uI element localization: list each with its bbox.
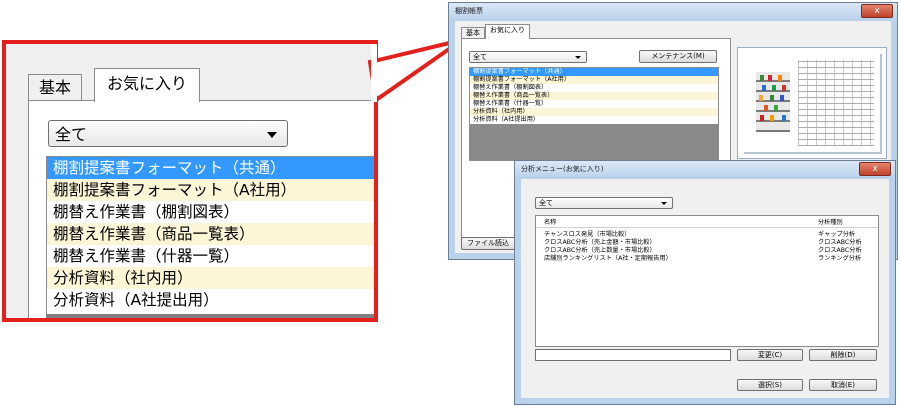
filter-dropdown[interactable]: 全て [535, 197, 673, 209]
list-item[interactable]: 分析資料（社内用） [470, 108, 718, 116]
change-button[interactable]: 変更(C) [737, 349, 803, 361]
product-table [798, 60, 874, 146]
list-item[interactable]: 棚替え作業書（什器一覧） [47, 245, 374, 267]
filter-dropdown[interactable]: 全て [469, 51, 587, 63]
cancel-button[interactable]: 取消(E) [809, 379, 877, 391]
window-title: 分析メニュー(お気に入り) [521, 165, 604, 173]
list-item[interactable]: 分析資料（A社提出用） [470, 116, 718, 124]
tab-basic[interactable]: 基本 [28, 74, 83, 101]
list-item[interactable]: 棚替え作業書（商品一覧表） [47, 223, 374, 245]
window-titlebar: 分析メニュー(お気に入り) x [515, 161, 895, 177]
filter-dropdown[interactable]: 全て [48, 120, 288, 147]
list-item[interactable]: 棚替え作業書（棚割図表） [47, 201, 374, 223]
report-preview [737, 47, 887, 159]
tab-favorites[interactable]: お気に入り [485, 24, 530, 39]
filter-value: 全て [55, 125, 88, 144]
tab-favorites[interactable]: お気に入り [94, 68, 201, 102]
list-item[interactable]: 分析資料（A社提出用） [47, 289, 374, 311]
name-input[interactable] [535, 349, 731, 361]
list-item[interactable]: 分析資料（社内用） [47, 267, 374, 289]
delete-button[interactable]: 削除(D) [809, 349, 877, 361]
window-title: 棚割帳票 [455, 7, 483, 15]
list-item[interactable]: 棚割提案書フォーマット（A社用） [470, 76, 718, 84]
chevron-down-icon [267, 132, 277, 138]
close-button[interactable]: x [861, 4, 893, 18]
table-row-type[interactable]: ランキング分析 [818, 254, 861, 263]
favorites-list[interactable]: 棚割提案書フォーマット（共通） 棚割提案書フォーマット（A社用） 棚替え作業書（… [469, 67, 719, 161]
window-client: 全て 名称 分析種別 チャンスロス発見（市場比較） ギャップ分析 クロスABC分… [521, 179, 889, 398]
table-row-name[interactable]: 店舗別ランキングリスト（A社・定期報告用） [544, 254, 672, 263]
filter-value: 全て [473, 53, 487, 61]
analysis-menu-window: 分析メニュー(お気に入り) x 全て 名称 分析種別 チャンスロス発見（市場比較… [514, 160, 896, 405]
header-divider [536, 227, 878, 228]
zoom-panel: 基本 お気に入り 全て 棚割提案書フォーマット（共通） 棚割提案書フォーマット（… [6, 44, 374, 318]
filter-value: 全て [539, 199, 553, 207]
column-header-name: 名称 [544, 219, 557, 226]
analysis-table: 名称 分析種別 チャンスロス発見（市場比較） ギャップ分析 クロスABC分析（売… [535, 215, 879, 347]
list-item[interactable]: 棚替え作業書（什器一覧） [470, 100, 718, 108]
list-empty-area [470, 124, 718, 160]
chevron-down-icon [661, 202, 667, 205]
column-header-type: 分析種別 [818, 219, 843, 226]
list-item[interactable]: 棚割提案書フォーマット（A社用） [47, 179, 374, 201]
list-item[interactable]: 棚替え作業書（棚割図表） [470, 84, 718, 92]
favorites-list[interactable]: 棚割提案書フォーマット（共通） 棚割提案書フォーマット（A社用） 棚替え作業書（… [46, 156, 374, 318]
shelf-diagram [756, 72, 790, 132]
list-item[interactable]: 棚割提案書フォーマット（共通） [47, 157, 374, 179]
list-item[interactable]: 棚替え作業書（商品一覧表） [470, 92, 718, 100]
close-button[interactable]: x [859, 162, 891, 176]
list-scroll-edge [46, 314, 374, 318]
maintenance-button[interactable]: メンテナンス(M) [639, 50, 717, 63]
file-load-button[interactable]: ファイル読込 [461, 237, 515, 250]
preview-page [742, 52, 880, 152]
zoom-callout: 基本 お気に入り 全て 棚割提案書フォーマット（共通） 棚割提案書フォーマット（… [2, 40, 378, 322]
select-button[interactable]: 選択(S) [737, 379, 803, 391]
window-titlebar: 棚割帳票 x [449, 3, 897, 19]
chevron-down-icon [575, 56, 581, 59]
list-item[interactable]: 棚割提案書フォーマット（共通） [470, 68, 718, 76]
